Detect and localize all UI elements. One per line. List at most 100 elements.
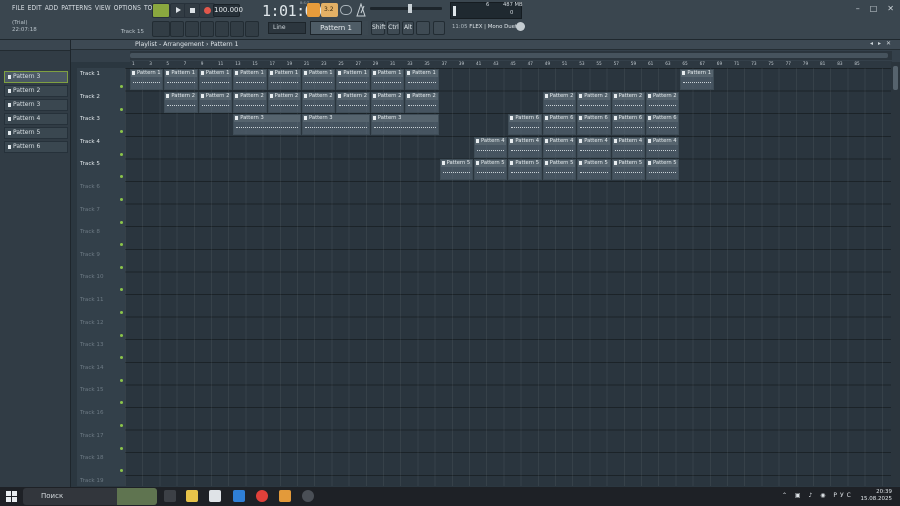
pattern-clip[interactable]: Pattern 2 bbox=[302, 91, 336, 113]
pattern-clip[interactable]: Pattern 2 bbox=[611, 91, 645, 113]
mixer-icon[interactable] bbox=[215, 21, 229, 37]
pattern-clip[interactable]: Pattern 4 bbox=[611, 136, 645, 158]
loop-record-icon[interactable] bbox=[340, 5, 352, 15]
track-name-label[interactable]: Track 4 bbox=[80, 139, 100, 145]
pattern-clip[interactable]: Pattern 2 bbox=[267, 91, 301, 113]
track-name-label[interactable]: Track 17 bbox=[80, 433, 104, 439]
track-mute-led[interactable] bbox=[120, 152, 123, 156]
track-mute-led[interactable] bbox=[120, 469, 123, 473]
menu-item-add[interactable]: ADD bbox=[45, 4, 59, 12]
typing-keyboard-icon[interactable] bbox=[307, 3, 320, 17]
countdown-button[interactable] bbox=[321, 3, 338, 17]
pattern-clip[interactable]: Pattern 5 bbox=[577, 159, 611, 181]
pattern-clip[interactable]: Pattern 5 bbox=[611, 159, 645, 181]
pattern-clip[interactable]: Pattern 2 bbox=[405, 91, 439, 113]
picker-pattern-item[interactable]: Pattern 6 bbox=[4, 141, 68, 153]
pattern-clip[interactable]: Pattern 1 bbox=[130, 69, 164, 90]
alt-key-button[interactable]: Alt bbox=[402, 21, 414, 35]
track-mute-led[interactable] bbox=[120, 175, 123, 179]
track-mute-led[interactable] bbox=[120, 220, 123, 224]
piano-roll-icon[interactable] bbox=[170, 21, 184, 37]
mail-icon[interactable] bbox=[233, 490, 245, 502]
close-icon[interactable]: ✕ bbox=[887, 4, 894, 13]
step-seq-icon[interactable] bbox=[152, 21, 170, 37]
picker-pattern-item[interactable]: Pattern 4 bbox=[4, 113, 68, 125]
track-mute-led[interactable] bbox=[120, 424, 123, 427]
menu-item-options[interactable]: OPTIONS bbox=[114, 4, 141, 12]
menu-item-view[interactable]: VIEW bbox=[95, 4, 111, 12]
maximize-icon[interactable]: □ bbox=[870, 4, 878, 13]
track-mute-led[interactable] bbox=[120, 130, 123, 134]
microphone-icon[interactable] bbox=[245, 21, 259, 37]
track-name-label[interactable]: Track 12 bbox=[80, 320, 104, 326]
pattern-clip[interactable]: Pattern 4 bbox=[542, 136, 577, 158]
track-name-label[interactable]: Track 15 bbox=[80, 387, 104, 393]
metronome-icon[interactable] bbox=[356, 3, 366, 17]
track-name-label[interactable]: Track 18 bbox=[80, 455, 104, 461]
pattern-clip[interactable]: Pattern 3 bbox=[233, 114, 301, 136]
language-indicator[interactable]: РУС bbox=[833, 492, 853, 499]
system-tray[interactable]: ⌃ ▣ ♪ ◉ РУС bbox=[782, 492, 854, 499]
pattern-song-toggle[interactable] bbox=[152, 3, 170, 18]
pattern-clip[interactable]: Pattern 6 bbox=[611, 114, 645, 136]
taskbar-search[interactable]: Поиск bbox=[23, 488, 157, 505]
news-icon[interactable] bbox=[416, 21, 430, 35]
track-name-label[interactable]: Track 8 bbox=[80, 229, 100, 235]
track-mute-led[interactable] bbox=[120, 333, 123, 337]
pattern-clip[interactable]: Pattern 4 bbox=[508, 136, 542, 158]
pattern-clip[interactable]: Pattern 2 bbox=[542, 91, 577, 113]
track-name-label[interactable]: Track 3 bbox=[80, 116, 100, 122]
pattern-clip[interactable]: Pattern 4 bbox=[474, 136, 508, 158]
menu-item-file[interactable]: FILE bbox=[12, 4, 25, 12]
pattern-clip[interactable]: Pattern 5 bbox=[542, 159, 577, 181]
pattern-clip[interactable]: Pattern 1 bbox=[680, 69, 714, 90]
pattern-clip[interactable]: Pattern 1 bbox=[164, 69, 198, 90]
track-name-label[interactable]: Track 11 bbox=[80, 297, 104, 303]
track-mute-led[interactable] bbox=[120, 378, 123, 382]
track-mute-led[interactable] bbox=[120, 288, 123, 292]
pattern-clip[interactable]: Pattern 2 bbox=[336, 91, 370, 113]
pattern-clip[interactable]: Pattern 6 bbox=[508, 114, 542, 136]
playlist-grid[interactable]: Pattern 1 Pattern 1 Pattern 1 Pattern 1 Patt… bbox=[125, 68, 891, 486]
pattern-clip[interactable]: Pattern 4 bbox=[577, 136, 611, 158]
track-name-label[interactable]: Track 2 bbox=[80, 94, 100, 100]
track-mute-led[interactable] bbox=[120, 401, 123, 405]
picker-pattern-item[interactable]: Pattern 3 bbox=[4, 71, 68, 83]
pattern-clip[interactable]: Pattern 1 bbox=[336, 69, 370, 90]
track-mute-led[interactable] bbox=[120, 265, 123, 269]
track-name-label[interactable]: Track 13 bbox=[80, 342, 104, 348]
picker-pattern-item[interactable]: Pattern 5 bbox=[4, 127, 68, 139]
track-mute-led[interactable] bbox=[120, 198, 123, 201]
track-name-label[interactable]: Track 5 bbox=[80, 161, 100, 167]
pattern-clip[interactable]: Pattern 3 bbox=[302, 114, 370, 136]
pattern-clip[interactable]: Pattern 6 bbox=[542, 114, 577, 136]
windows-start-icon[interactable] bbox=[6, 491, 17, 502]
picker-pattern-item[interactable]: Pattern 2 bbox=[4, 85, 68, 97]
plugin-picker-icon[interactable] bbox=[230, 21, 244, 37]
tempo-display[interactable]: 100.000 bbox=[213, 4, 243, 17]
stop-button[interactable] bbox=[184, 3, 200, 18]
track-mute-led[interactable] bbox=[120, 107, 123, 111]
snap-select[interactable]: Line bbox=[268, 22, 306, 34]
track-name-label[interactable]: Track 9 bbox=[80, 252, 100, 258]
track-name-label[interactable]: Track 19 bbox=[80, 478, 104, 484]
track-name-label[interactable]: Track 16 bbox=[80, 410, 104, 416]
pattern-clip[interactable]: Pattern 2 bbox=[370, 91, 405, 113]
pattern-clip[interactable]: Pattern 1 bbox=[198, 69, 233, 90]
pattern-clip[interactable]: Pattern 2 bbox=[233, 91, 267, 113]
menu-item-edit[interactable]: EDIT bbox=[28, 4, 42, 12]
picker-pattern-item[interactable]: Pattern 3 bbox=[4, 99, 68, 111]
track-name-label[interactable]: Track 10 bbox=[80, 274, 104, 280]
yandex-browser-icon[interactable] bbox=[256, 490, 268, 502]
pattern-clip[interactable]: Pattern 2 bbox=[646, 91, 680, 113]
track-mute-led[interactable] bbox=[120, 85, 123, 88]
playlist-icon[interactable] bbox=[185, 21, 199, 37]
channel-rack-icon[interactable] bbox=[200, 21, 214, 37]
shop-icon[interactable] bbox=[433, 21, 445, 35]
pattern-clip[interactable]: Pattern 1 bbox=[370, 69, 405, 90]
pattern-clip[interactable]: Pattern 5 bbox=[439, 159, 473, 181]
pattern-selector[interactable]: Pattern 1 bbox=[310, 21, 362, 35]
minimize-icon[interactable]: – bbox=[856, 4, 860, 13]
track-name-label[interactable]: Track 7 bbox=[80, 207, 100, 213]
pattern-clip[interactable]: Pattern 1 bbox=[302, 69, 336, 90]
